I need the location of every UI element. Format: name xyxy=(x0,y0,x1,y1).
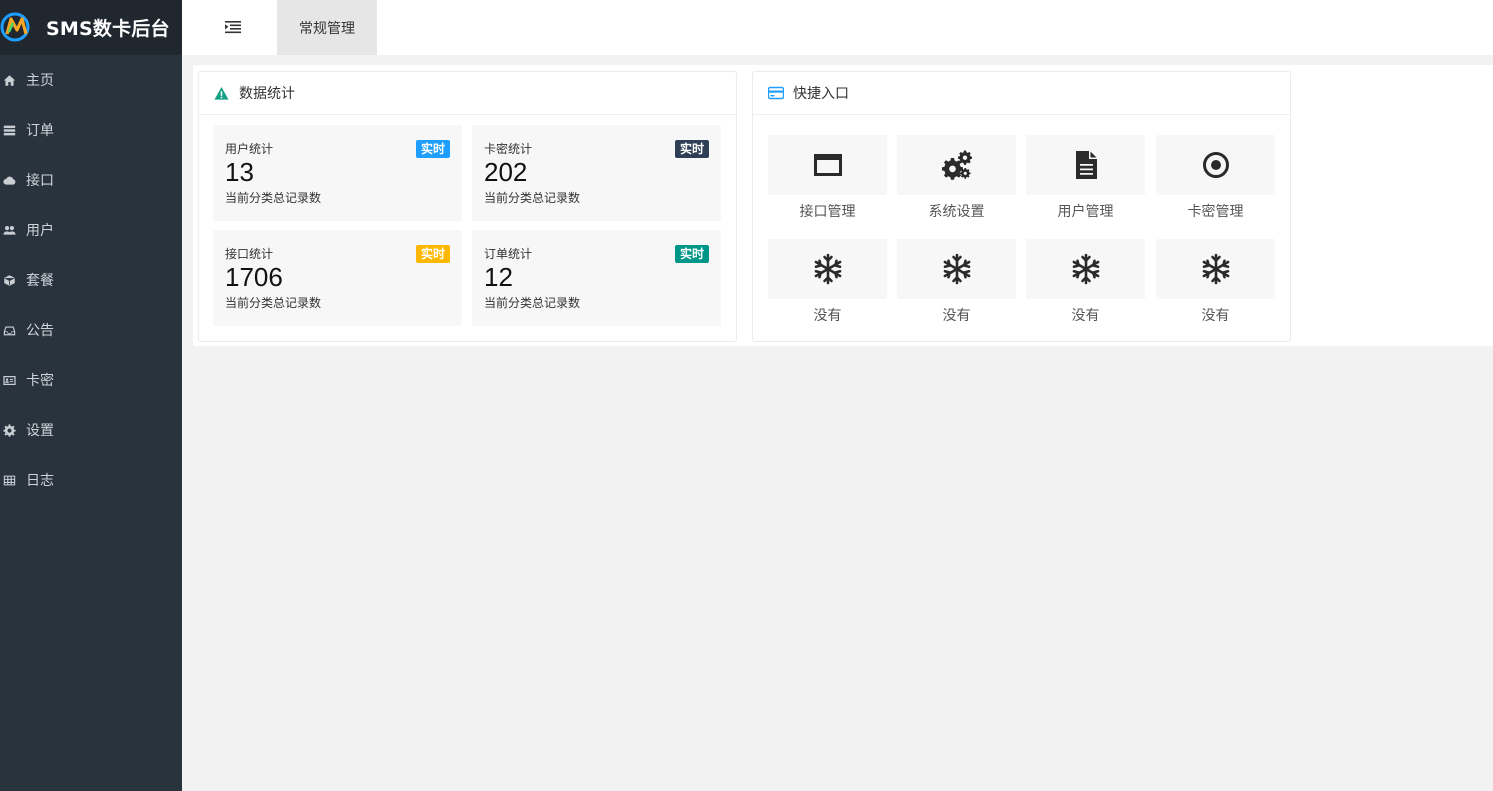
quick-item-label: 没有 xyxy=(813,308,842,324)
quick-item-none-1[interactable]: 没有 xyxy=(768,239,887,325)
sidebar-item-label: 接口 xyxy=(26,173,54,189)
server-icon xyxy=(2,123,16,137)
stat-desc: 当前分类总记录数 xyxy=(225,296,322,310)
quick-item-label: 用户管理 xyxy=(1057,204,1114,220)
sidebar-item-label: 套餐 xyxy=(26,273,54,289)
stat-label: 接口统计 xyxy=(225,247,274,261)
snowflake-icon xyxy=(943,253,970,285)
menu-toggle-icon[interactable] xyxy=(225,20,241,34)
snowflake-icon xyxy=(814,253,841,285)
quick-item-label: 没有 xyxy=(1201,308,1230,324)
quick-item-api-management[interactable]: 接口管理 xyxy=(768,135,887,221)
sidebar-item-label: 主页 xyxy=(26,73,54,89)
logo-icon xyxy=(0,12,30,42)
stats-panel-header: 数据统计 xyxy=(199,72,736,115)
quick-item-user-management[interactable]: 用户管理 xyxy=(1026,135,1145,221)
quick-item-label: 没有 xyxy=(1071,308,1100,324)
stat-value: 12 xyxy=(484,262,513,292)
gears-icon xyxy=(941,150,972,180)
quick-item-none-2[interactable]: 没有 xyxy=(897,239,1016,325)
sidebar-item-packages[interactable]: 套餐 xyxy=(0,255,182,305)
quick-entry-panel: 快捷入口 接口管理 系统设置 用户管理 卡密管理 没有 没有 没有 没有 xyxy=(752,71,1291,342)
sidebar-item-label: 用户 xyxy=(26,223,54,239)
realtime-badge: 实时 xyxy=(674,140,709,158)
stat-card-orders: 订单统计 实时 12 当前分类总记录数 xyxy=(472,230,721,326)
sidebar-item-label: 公告 xyxy=(26,323,54,339)
sidebar-item-logs[interactable]: 日志 xyxy=(0,455,182,505)
quick-item-card-management[interactable]: 卡密管理 xyxy=(1156,135,1275,221)
snowflake-icon xyxy=(1202,253,1229,285)
stat-desc: 当前分类总记录数 xyxy=(225,191,322,205)
sidebar-item-label: 订单 xyxy=(26,123,54,139)
app-title: SMS数卡后台 xyxy=(46,18,170,40)
sidebar-item-users[interactable]: 用户 xyxy=(0,205,182,255)
quick-item-label: 没有 xyxy=(942,308,971,324)
sidebar-item-api[interactable]: 接口 xyxy=(0,155,182,205)
quick-item-none-4[interactable]: 没有 xyxy=(1156,239,1275,325)
gear-icon xyxy=(2,423,16,437)
stats-panel: 数据统计 用户统计 实时 13 当前分类总记录数 卡密统计 实时 202 当前分… xyxy=(198,71,737,342)
sidebar-item-home[interactable]: 主页 xyxy=(0,55,182,105)
warning-icon xyxy=(214,85,230,101)
realtime-badge: 实时 xyxy=(415,140,450,158)
id-card-icon xyxy=(2,373,16,387)
stat-value: 202 xyxy=(484,157,528,187)
quick-panel-title: 快捷入口 xyxy=(793,86,849,102)
stat-value: 1706 xyxy=(225,262,283,292)
home-icon xyxy=(2,73,16,87)
credit-card-icon xyxy=(768,85,784,101)
stat-label: 卡密统计 xyxy=(484,142,533,156)
stat-value: 13 xyxy=(225,157,254,187)
sidebar-nav: 主页 订单 接口 用户 套餐 公告 卡密 设置 日志 xyxy=(0,55,182,505)
stat-desc: 当前分类总记录数 xyxy=(484,296,581,310)
dot-circle-icon xyxy=(1202,152,1229,178)
quick-panel-header: 快捷入口 xyxy=(753,72,1290,115)
quick-item-label: 卡密管理 xyxy=(1187,204,1244,220)
sidebar-item-cards[interactable]: 卡密 xyxy=(0,355,182,405)
sidebar-item-label: 设置 xyxy=(26,423,54,439)
quick-item-label: 接口管理 xyxy=(799,204,856,220)
sidebar-item-label: 日志 xyxy=(26,473,54,489)
sidebar-item-label: 卡密 xyxy=(26,373,54,389)
top-header: 常规管理 xyxy=(182,0,1493,55)
stats-panel-title: 数据统计 xyxy=(239,86,295,102)
logo[interactable]: SMS数卡后台 xyxy=(0,0,182,55)
sidebar-item-notices[interactable]: 公告 xyxy=(0,305,182,355)
stat-card-api: 接口统计 实时 1706 当前分类总记录数 xyxy=(213,230,462,326)
cloud-icon xyxy=(2,173,16,187)
users-icon xyxy=(2,223,16,237)
quick-item-none-3[interactable]: 没有 xyxy=(1026,239,1145,325)
snowflake-icon xyxy=(1072,253,1099,285)
tab-general-management[interactable]: 常规管理 xyxy=(277,0,377,55)
window-icon xyxy=(813,154,842,176)
sidebar: SMS数卡后台 主页 订单 接口 用户 套餐 公告 卡密 设置 日志 xyxy=(0,0,182,791)
realtime-badge: 实时 xyxy=(674,245,709,263)
file-text-icon xyxy=(1075,151,1097,179)
inbox-icon xyxy=(2,323,16,337)
table-icon xyxy=(2,473,16,487)
stat-label: 用户统计 xyxy=(225,142,274,156)
stat-card-cards: 卡密统计 实时 202 当前分类总记录数 xyxy=(472,125,721,221)
realtime-badge: 实时 xyxy=(415,245,450,263)
stat-label: 订单统计 xyxy=(484,247,533,261)
quick-item-label: 系统设置 xyxy=(928,204,985,220)
sidebar-item-settings[interactable]: 设置 xyxy=(0,405,182,455)
stat-desc: 当前分类总记录数 xyxy=(484,191,581,205)
sidebar-item-orders[interactable]: 订单 xyxy=(0,105,182,155)
quick-item-system-settings[interactable]: 系统设置 xyxy=(897,135,1016,221)
stat-card-users: 用户统计 实时 13 当前分类总记录数 xyxy=(213,125,462,221)
cube-icon xyxy=(2,273,16,287)
